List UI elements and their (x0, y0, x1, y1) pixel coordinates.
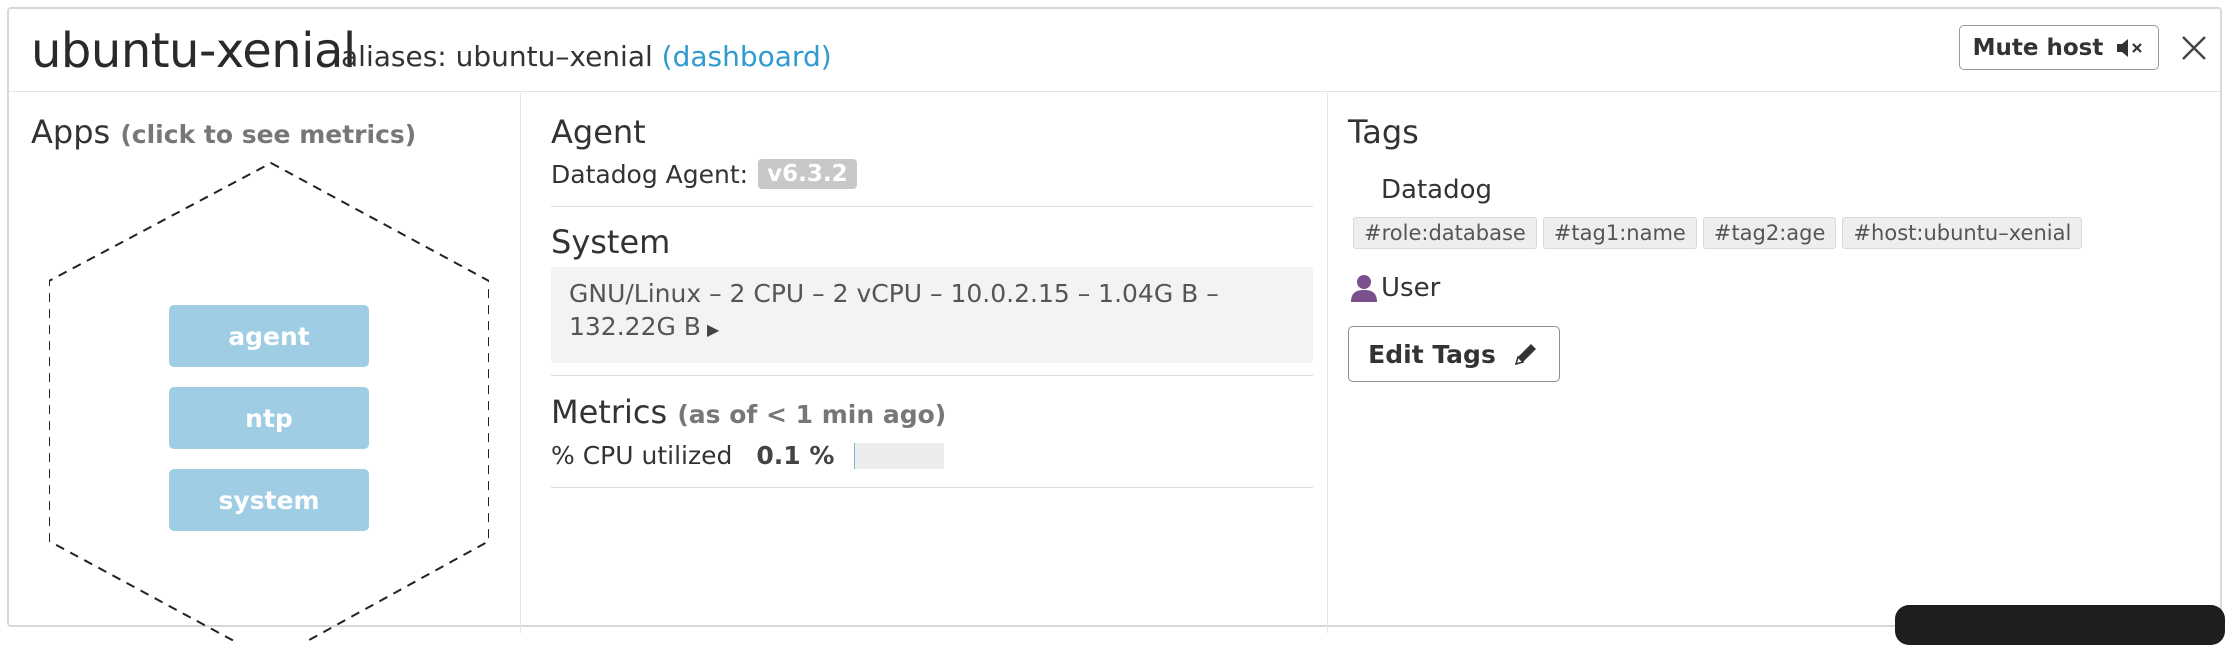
app-ntp-button[interactable]: ntp (169, 387, 369, 449)
tags-column: Tags Datadog #role:database #tag1:name #… (1329, 93, 2222, 633)
edit-tags-label: Edit Tags (1368, 340, 1496, 369)
system-details-box: GNU/Linux – 2 CPU – 2 vCPU – 10.0.2.15 –… (551, 267, 1313, 363)
host-header: ubuntu-xenial aliases: ubuntu–xenial (da… (9, 9, 2220, 92)
apps-column: Apps (click to see metrics) agent ntp sy… (9, 93, 521, 633)
tag-chip[interactable]: #tag1:name (1543, 217, 1697, 249)
metrics-subtitle: (as of < 1 min ago) (677, 400, 946, 429)
host-panel: ubuntu-xenial aliases: ubuntu–xenial (da… (7, 7, 2222, 627)
close-icon[interactable] (2177, 31, 2211, 65)
tag-chip[interactable]: #role:database (1353, 217, 1537, 249)
apps-subtitle: (click to see metrics) (120, 120, 416, 149)
divider (551, 375, 1313, 376)
caret-right-icon[interactable]: ▶ (707, 320, 719, 339)
divider (551, 206, 1313, 207)
system-title: System (551, 223, 1313, 261)
metrics-title: Metrics (as of < 1 min ago) (551, 393, 1313, 431)
agent-version-badge: v6.3.2 (758, 159, 856, 189)
edit-tags-button[interactable]: Edit Tags (1348, 326, 1560, 382)
cpu-metric-row: % CPU utilized 0.1 % (551, 441, 1313, 470)
tag-chip[interactable]: #host:ubuntu–xenial (1842, 217, 2082, 249)
host-aliases: aliases: ubuntu–xenial (dashboard) (341, 40, 832, 73)
user-label: User (1381, 273, 1440, 303)
speaker-muted-icon (2115, 37, 2145, 59)
cpu-label: % CPU utilized (551, 441, 732, 470)
info-column: Agent Datadog Agent: v6.3.2 System GNU/L… (522, 93, 1328, 633)
tags-title: Tags (1348, 113, 1419, 151)
cpu-usage-bar (854, 443, 944, 469)
apps-title: Apps (click to see metrics) (31, 113, 416, 151)
app-system-button[interactable]: system (169, 469, 369, 531)
tag-source-datadog: Datadog (1381, 175, 1492, 205)
system-details: GNU/Linux – 2 CPU – 2 vCPU – 10.0.2.15 –… (569, 279, 1219, 341)
agent-version-row: Datadog Agent: v6.3.2 (551, 159, 1313, 189)
mute-host-button[interactable]: Mute host (1959, 25, 2159, 70)
dashboard-link[interactable]: (dashboard) (662, 40, 832, 73)
alias-value: ubuntu–xenial (456, 40, 653, 73)
mute-host-label: Mute host (1973, 35, 2104, 61)
user-icon (1349, 273, 1379, 303)
datadog-tag-list: #role:database #tag1:name #tag2:age #hos… (1353, 217, 2082, 249)
host-name: ubuntu-xenial (31, 23, 356, 79)
app-agent-button[interactable]: agent (169, 305, 369, 367)
agent-title: Agent (551, 113, 1313, 151)
metrics-title-text: Metrics (551, 393, 667, 431)
tag-chip[interactable]: #tag2:age (1703, 217, 1837, 249)
apps-title-text: Apps (31, 113, 110, 151)
aliases-label: aliases: (341, 40, 447, 73)
tag-source-user: User (1349, 273, 1440, 303)
divider (551, 487, 1313, 488)
chat-widget[interactable] (1895, 605, 2225, 645)
pencil-icon (1512, 340, 1540, 368)
cpu-value: 0.1 % (756, 441, 834, 470)
agent-label: Datadog Agent: (551, 160, 748, 189)
